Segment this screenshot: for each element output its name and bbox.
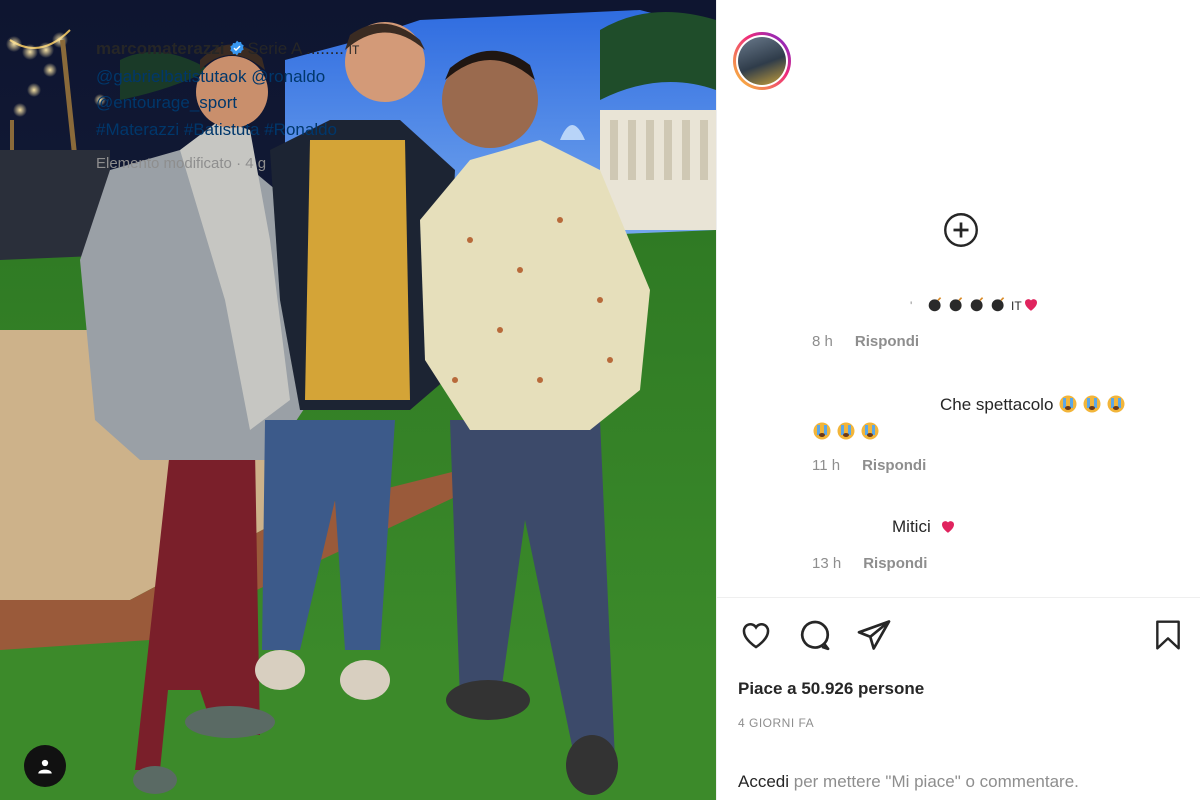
comment-1-meta: 8 h Rispondi [812, 333, 919, 350]
crying-face-icon [1059, 395, 1077, 413]
comment-2: Che spettacolo [940, 392, 1130, 418]
mention-entourage[interactable]: @entourage_sport [96, 93, 237, 112]
comment-3-reply-button[interactable]: Rispondi [863, 555, 927, 572]
bomb-icon [970, 297, 984, 312]
comment-1-prefix: ' [910, 299, 913, 313]
crying-face-icon [1083, 395, 1101, 413]
crying-face-icon [861, 422, 879, 440]
login-rest: per mettere "Mi piace" o commentare. [789, 772, 1079, 791]
like-heart-icon[interactable] [738, 618, 774, 652]
caption-meta: Elemento modificato · 4 g [96, 155, 267, 172]
post-date[interactable]: 4 GIORNI FA [738, 716, 814, 730]
caption-text: Serie A ........ [247, 39, 349, 58]
login-link[interactable]: Accedi [738, 772, 789, 791]
bomb-icon [928, 297, 942, 312]
comment-1-reply-button[interactable]: Rispondi [855, 333, 919, 350]
comment-3: Mitici [892, 514, 957, 540]
post-caption: marcomaterazzi Serie A ........ IT @gabri… [96, 36, 468, 143]
heart-emoji-icon [942, 521, 955, 533]
post-time[interactable]: 4 g [245, 155, 266, 172]
comment-2-emoji-line [812, 419, 884, 445]
comment-3-time: 13 h [812, 555, 842, 572]
verified-badge-icon [229, 40, 244, 56]
divider [716, 597, 1200, 598]
username-link[interactable]: marcomaterazzi [96, 39, 225, 58]
comment-3-meta: 13 h Rispondi [812, 555, 927, 572]
crying-face-icon [837, 422, 855, 440]
mention-batistuta[interactable]: @gabrielbatistutaok [96, 67, 247, 86]
hashtag-ronaldo[interactable]: #Ronaldo [264, 120, 337, 139]
bomb-icon [949, 297, 963, 312]
login-prompt: Accedi per mettere "Mi piace" o commenta… [738, 772, 1079, 792]
comment-1-time: 8 h [812, 333, 833, 350]
mention-ronaldo[interactable]: @ronaldo [251, 67, 325, 86]
bomb-icon [991, 297, 1005, 312]
hashtag-materazzi[interactable]: #Materazzi [96, 120, 179, 139]
user-tag-icon [38, 759, 52, 774]
comment-1: ' IT [910, 292, 1040, 319]
crying-face-icon [1107, 395, 1125, 413]
comment-icon[interactable] [797, 617, 833, 653]
user-tag-button[interactable] [24, 745, 66, 787]
comment-2-text: Che spettacolo [940, 395, 1054, 414]
comment-2-reply-button[interactable]: Rispondi [862, 457, 926, 474]
avatar[interactable] [733, 32, 791, 90]
edited-label: Elemento modificato [96, 155, 232, 172]
likes-count[interactable]: Piace a 50.926 persone [738, 679, 924, 699]
heart-emoji-icon [1024, 299, 1037, 311]
hashtag-batistuta[interactable]: #Batistuta [184, 120, 260, 139]
share-icon[interactable] [856, 617, 892, 653]
comment-2-time: 11 h [812, 457, 841, 474]
comment-2-meta: 11 h Rispondi [812, 457, 926, 474]
add-circle-icon[interactable] [943, 212, 979, 248]
comment-3-text: Mitici [892, 517, 931, 536]
save-bookmark-icon[interactable] [1152, 617, 1184, 653]
comment-1-flag: IT [1011, 299, 1022, 313]
flag-text: IT [348, 43, 360, 57]
crying-face-icon [813, 422, 831, 440]
